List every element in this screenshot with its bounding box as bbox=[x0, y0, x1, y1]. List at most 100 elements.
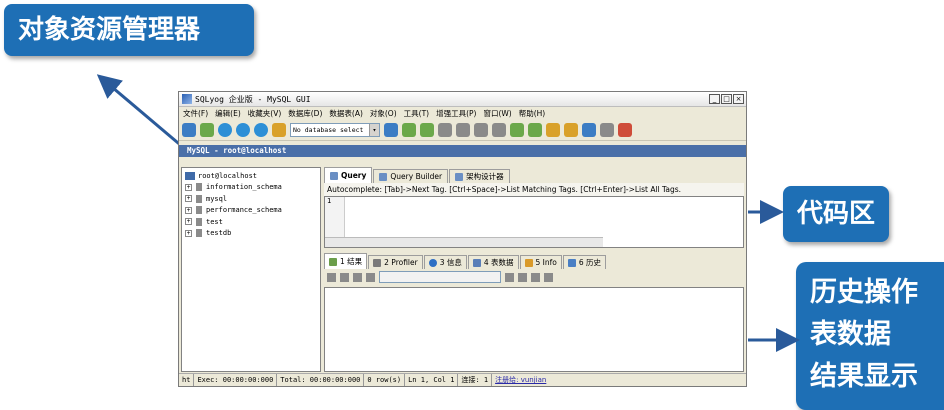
text-view-icon[interactable] bbox=[353, 272, 362, 282]
copy-icon[interactable] bbox=[531, 272, 540, 282]
migration-icon[interactable] bbox=[546, 123, 560, 137]
window-controls: _ □ × bbox=[709, 94, 746, 104]
calendar-icon[interactable] bbox=[618, 123, 632, 137]
menu-tools[interactable]: 工具(T) bbox=[404, 108, 429, 119]
server-icon bbox=[185, 171, 195, 180]
tree-item-label: testdb bbox=[206, 229, 232, 238]
status-exec: Exec: 00:00:00:000 bbox=[194, 374, 278, 386]
tree-item-information-schema[interactable]: + information_schema bbox=[185, 182, 320, 194]
tab-label: Query Builder bbox=[390, 172, 443, 181]
history-icon bbox=[567, 258, 576, 267]
database-icon bbox=[196, 183, 202, 192]
table-data-icon bbox=[472, 258, 481, 267]
copy-database-icon[interactable] bbox=[402, 123, 416, 137]
status-total: Total: 00:00:00:000 bbox=[277, 374, 365, 386]
filter-icon[interactable] bbox=[505, 272, 514, 282]
tree-item-testdb[interactable]: + testdb bbox=[185, 228, 320, 240]
horizontal-scrollbar[interactable] bbox=[325, 237, 603, 247]
sql-formatter-icon[interactable] bbox=[272, 123, 286, 137]
database-icon bbox=[196, 206, 202, 215]
execute-query-icon[interactable] bbox=[218, 123, 232, 137]
tab-schema-designer[interactable]: 架构设计器 bbox=[449, 169, 510, 183]
export-result-icon[interactable] bbox=[366, 272, 375, 282]
schema-sync-icon[interactable] bbox=[528, 123, 542, 137]
columns-icon[interactable] bbox=[518, 272, 527, 282]
result-panel[interactable] bbox=[324, 287, 744, 372]
expand-icon[interactable]: + bbox=[185, 206, 192, 214]
menu-favorites[interactable]: 收藏夹(V) bbox=[248, 108, 281, 119]
title-bar[interactable]: SQLyog 企业版 - MySQL GUI _ □ × bbox=[179, 92, 746, 107]
query-icon bbox=[330, 171, 338, 180]
tree-item-label: test bbox=[206, 217, 223, 226]
backup-icon[interactable] bbox=[438, 123, 452, 137]
table-icon[interactable] bbox=[474, 123, 488, 137]
tree-item-label: information_schema bbox=[206, 183, 282, 192]
result-select[interactable] bbox=[379, 271, 501, 283]
status-connections: 连接: 1 bbox=[458, 374, 493, 386]
menu-help[interactable]: 帮助(H) bbox=[519, 108, 546, 119]
menu-window[interactable]: 窗口(W) bbox=[483, 108, 511, 119]
window-title: SQLyog 企业版 - MySQL GUI bbox=[195, 94, 311, 104]
tree-root[interactable]: root@localhost bbox=[185, 170, 320, 182]
new-connection-icon[interactable] bbox=[182, 123, 196, 137]
result-toolbar bbox=[324, 269, 744, 285]
query-builder-icon bbox=[379, 172, 388, 181]
grid-view-icon[interactable] bbox=[327, 272, 336, 282]
execute-all-icon[interactable] bbox=[236, 123, 250, 137]
tab-table-data[interactable]: 4 表数据 bbox=[467, 255, 519, 269]
tab-label: 4 表数据 bbox=[483, 258, 514, 267]
user-manager-icon[interactable] bbox=[384, 123, 398, 137]
tab-info[interactable]: 5 Info bbox=[519, 255, 562, 269]
query-editor[interactable]: 1 bbox=[324, 196, 744, 248]
tab-messages[interactable]: 3 信息 bbox=[423, 255, 467, 269]
tree-item-mysql[interactable]: + mysql bbox=[185, 193, 320, 205]
menu-database[interactable]: 数据库(D) bbox=[288, 108, 322, 119]
tab-history[interactable]: 6 历史 bbox=[562, 255, 607, 269]
registered-link[interactable]: 注册给: vunjian bbox=[492, 374, 549, 386]
sync-icon[interactable] bbox=[510, 123, 524, 137]
expand-icon[interactable]: + bbox=[185, 229, 192, 237]
tab-query-builder[interactable]: Query Builder bbox=[373, 169, 449, 183]
tab-label: 1 结果 bbox=[340, 257, 363, 266]
tab-label: 2 Profiler bbox=[384, 258, 418, 267]
close-button[interactable]: × bbox=[733, 94, 744, 104]
tree-item-test[interactable]: + test bbox=[185, 216, 320, 228]
line-number-gutter: 1 bbox=[325, 197, 345, 237]
notifications-icon[interactable] bbox=[600, 123, 614, 137]
status-ht: ht bbox=[179, 374, 195, 386]
menu-file[interactable]: 文件(F) bbox=[183, 108, 208, 119]
menu-edit[interactable]: 编辑(E) bbox=[215, 108, 241, 119]
expand-icon[interactable]: + bbox=[185, 195, 192, 203]
tab-query[interactable]: Query bbox=[324, 167, 373, 183]
stop-icon[interactable] bbox=[254, 123, 268, 137]
database-icon bbox=[196, 217, 202, 226]
menu-objects[interactable]: 对象(O) bbox=[370, 108, 397, 119]
database-select[interactable]: No database select ▾ bbox=[290, 123, 380, 137]
object-browser: root@localhost + information_schema + mysq… bbox=[181, 167, 321, 372]
form-view-icon[interactable] bbox=[340, 272, 349, 282]
refresh-icon[interactable] bbox=[200, 123, 214, 137]
import-icon[interactable] bbox=[420, 123, 434, 137]
save-icon[interactable] bbox=[544, 272, 553, 282]
menu-bar: 文件(F) 编辑(E) 收藏夹(V) 数据库(D) 数据表(A) 对象(O) 工… bbox=[179, 107, 746, 120]
tab-label: 架构设计器 bbox=[466, 172, 504, 181]
menu-power-tools[interactable]: 增强工具(P) bbox=[436, 108, 476, 119]
tab-profiler[interactable]: 2 Profiler bbox=[368, 255, 423, 269]
tab-label: Query bbox=[341, 171, 367, 180]
tab-label: 6 历史 bbox=[578, 258, 602, 267]
tree-item-performance-schema[interactable]: + performance_schema bbox=[185, 205, 320, 217]
database-icon bbox=[196, 229, 202, 238]
chevron-down-icon[interactable]: ▾ bbox=[369, 124, 379, 136]
jobs-icon[interactable] bbox=[564, 123, 578, 137]
export-icon[interactable] bbox=[456, 123, 470, 137]
result-icon bbox=[329, 257, 337, 266]
tab-result[interactable]: 1 结果 bbox=[324, 253, 368, 269]
expand-icon[interactable]: + bbox=[185, 183, 192, 191]
expand-icon[interactable]: + bbox=[185, 218, 192, 226]
minimize-button[interactable]: _ bbox=[709, 94, 720, 104]
menu-table[interactable]: 数据表(A) bbox=[329, 108, 362, 119]
grid-icon[interactable] bbox=[492, 123, 506, 137]
maximize-button[interactable]: □ bbox=[721, 94, 732, 104]
schema-designer-icon bbox=[455, 172, 464, 181]
schema-designer-icon[interactable] bbox=[582, 123, 596, 137]
